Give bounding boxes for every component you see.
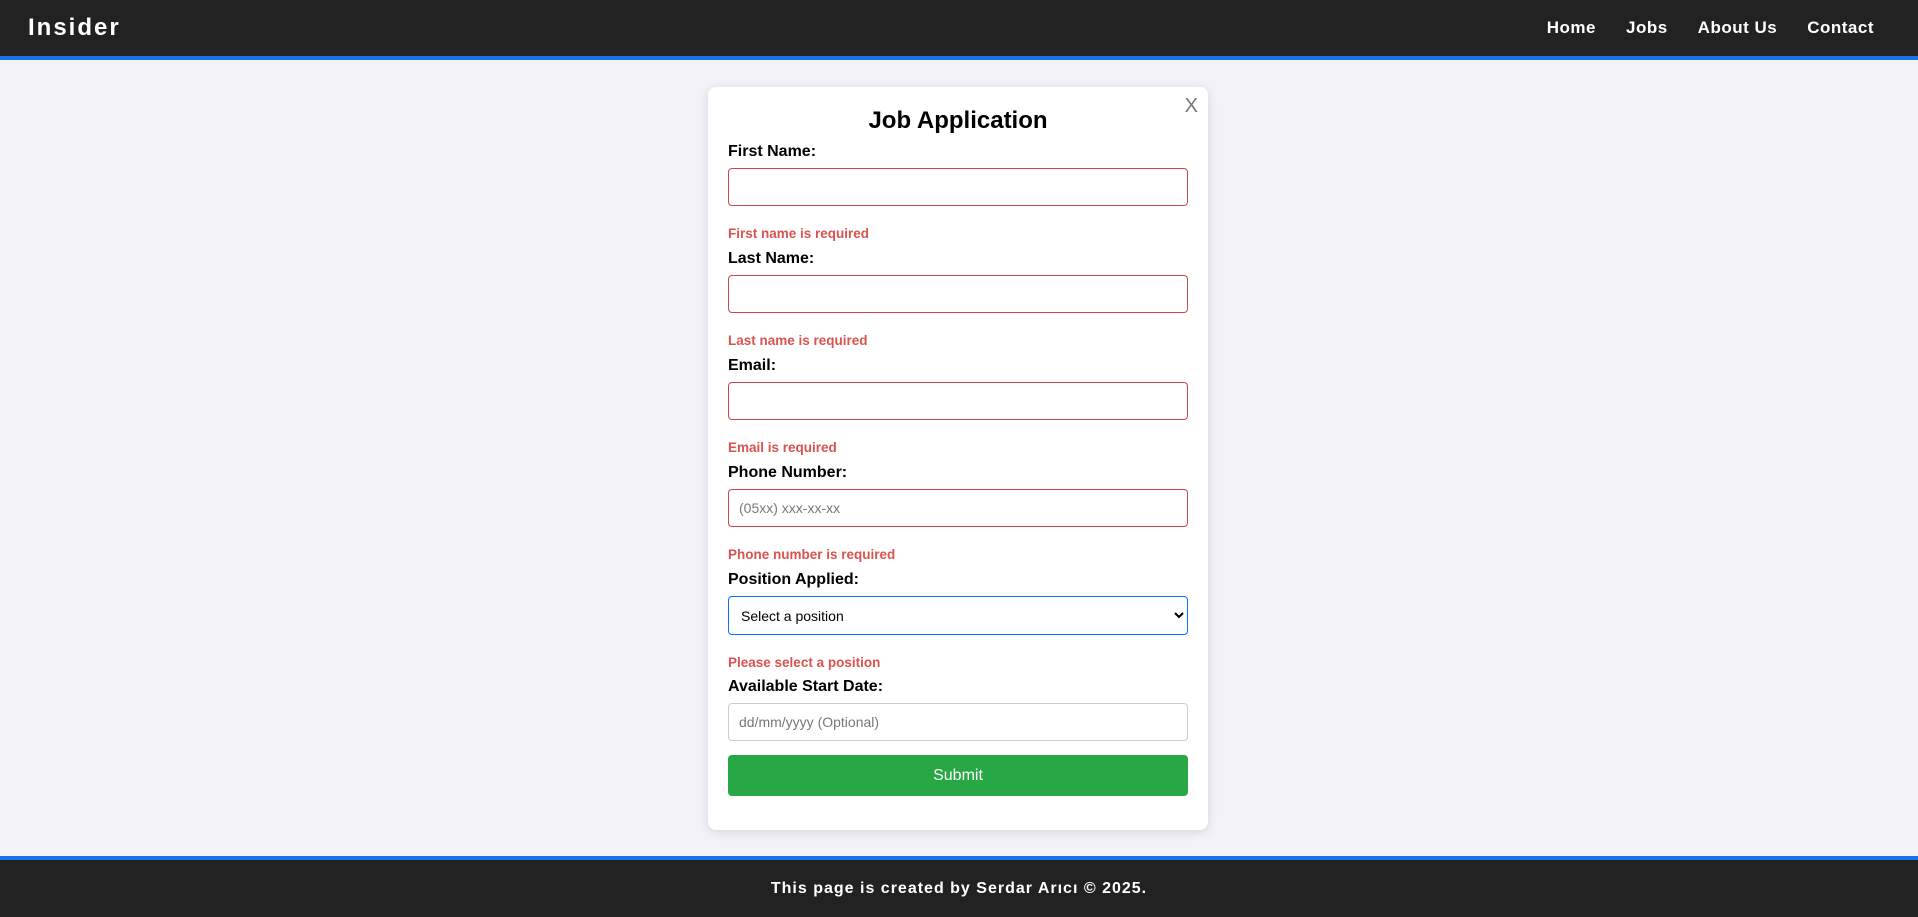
nav-contact[interactable]: Contact bbox=[1807, 18, 1874, 38]
email-input[interactable] bbox=[728, 382, 1188, 420]
first-name-input[interactable] bbox=[728, 168, 1188, 206]
email-error: Email is required bbox=[728, 440, 837, 455]
start-date-group: Available Start Date: bbox=[728, 678, 1188, 741]
close-icon[interactable]: X bbox=[1185, 95, 1198, 118]
first-name-error: First name is required bbox=[728, 226, 870, 241]
main-nav: Home Jobs About Us Contact bbox=[1547, 18, 1874, 38]
last-name-group: Last Name: Last name is required bbox=[728, 250, 1188, 357]
form-title: Job Application bbox=[868, 107, 1048, 134]
first-name-group: First Name: First name is required bbox=[728, 143, 1188, 250]
start-date-label: Available Start Date: bbox=[728, 678, 884, 695]
top-navbar: Insider Home Jobs About Us Contact bbox=[0, 0, 1918, 60]
nav-about-us[interactable]: About Us bbox=[1698, 18, 1778, 38]
footer-text: This page is created by Serdar Arıcı © 2… bbox=[770, 879, 1148, 897]
nav-jobs[interactable]: Jobs bbox=[1626, 18, 1668, 38]
position-select[interactable]: Select a position bbox=[728, 596, 1188, 635]
first-name-label: First Name: bbox=[728, 143, 817, 160]
phone-group: Phone Number: Phone number is required bbox=[728, 464, 1188, 571]
position-label: Position Applied: bbox=[728, 571, 859, 588]
last-name-error: Last name is required bbox=[728, 333, 868, 348]
start-date-input[interactable] bbox=[728, 703, 1188, 741]
job-application-modal: X Job Application First Name: First name… bbox=[708, 87, 1208, 830]
footer: This page is created by Serdar Arıcı © 2… bbox=[0, 856, 1918, 917]
position-group: Position Applied: Select a position Plea… bbox=[728, 571, 1188, 678]
phone-input[interactable] bbox=[728, 489, 1188, 527]
phone-label: Phone Number: bbox=[728, 464, 848, 481]
submit-button[interactable]: Submit bbox=[728, 755, 1188, 796]
last-name-label: Last Name: bbox=[728, 250, 815, 267]
position-error: Please select a position bbox=[728, 655, 881, 670]
email-group: Email: Email is required bbox=[728, 357, 1188, 464]
logo[interactable]: Insider bbox=[28, 14, 121, 42]
last-name-input[interactable] bbox=[728, 275, 1188, 313]
nav-home[interactable]: Home bbox=[1547, 18, 1596, 38]
email-label: Email: bbox=[728, 357, 777, 374]
phone-error: Phone number is required bbox=[728, 547, 896, 562]
